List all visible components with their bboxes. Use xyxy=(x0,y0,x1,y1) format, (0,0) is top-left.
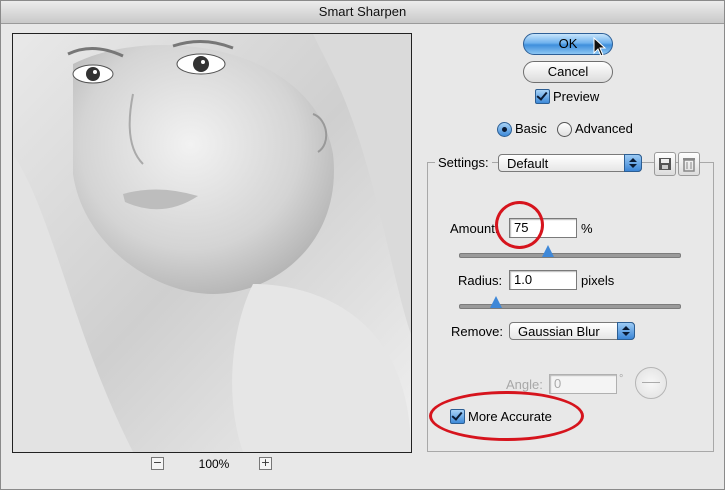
settings-label: Settings: xyxy=(435,155,492,170)
advanced-radio[interactable] xyxy=(557,122,572,137)
angle-dial[interactable] xyxy=(635,367,667,399)
amount-slider-thumb[interactable] xyxy=(542,245,554,257)
angle-label: Angle: xyxy=(506,377,543,392)
basic-label: Basic xyxy=(515,121,547,136)
basic-radio[interactable] xyxy=(497,122,512,137)
advanced-label: Advanced xyxy=(575,121,633,136)
more-accurate-annotation-circle xyxy=(429,391,584,441)
floppy-disk-icon xyxy=(659,158,671,170)
amount-unit: % xyxy=(581,221,593,236)
zoom-out-button[interactable]: − xyxy=(151,457,164,470)
preview-label: Preview xyxy=(553,89,600,104)
remove-label: Remove: xyxy=(451,324,504,339)
zoom-level: 100% xyxy=(198,457,230,471)
mouse-cursor-icon xyxy=(593,37,607,57)
zoom-in-button[interactable]: + xyxy=(259,457,272,470)
angle-input[interactable]: 0 xyxy=(549,374,617,394)
amount-annotation-circle xyxy=(495,201,544,249)
trash-icon xyxy=(683,158,695,172)
remove-select[interactable]: Gaussian Blur xyxy=(509,322,635,340)
amount-label: Amount: xyxy=(450,221,499,236)
radius-label: Radius: xyxy=(458,273,503,288)
cancel-button[interactable]: Cancel xyxy=(523,61,613,83)
radius-slider-thumb[interactable] xyxy=(490,296,502,308)
zoom-controls: − 100% + xyxy=(151,457,276,473)
delete-settings-button[interactable] xyxy=(678,152,700,176)
amount-slider[interactable] xyxy=(459,253,681,258)
settings-select[interactable]: Default xyxy=(498,154,642,172)
save-settings-button[interactable] xyxy=(654,152,676,176)
preview-image[interactable] xyxy=(12,33,412,453)
window-title: Smart Sharpen xyxy=(1,1,724,24)
remove-value: Gaussian Blur xyxy=(518,324,600,339)
chevron-updown-icon xyxy=(617,322,635,340)
radius-unit: pixels xyxy=(581,273,615,288)
radius-input[interactable]: 1.0 xyxy=(509,270,577,290)
preview-checkbox[interactable] xyxy=(535,89,550,104)
angle-unit: ° xyxy=(619,373,624,385)
settings-value: Default xyxy=(507,156,549,171)
chevron-updown-icon xyxy=(624,154,642,172)
smart-sharpen-dialog: Smart Sharpen − 100% + OK Cancel Preview… xyxy=(0,0,725,490)
